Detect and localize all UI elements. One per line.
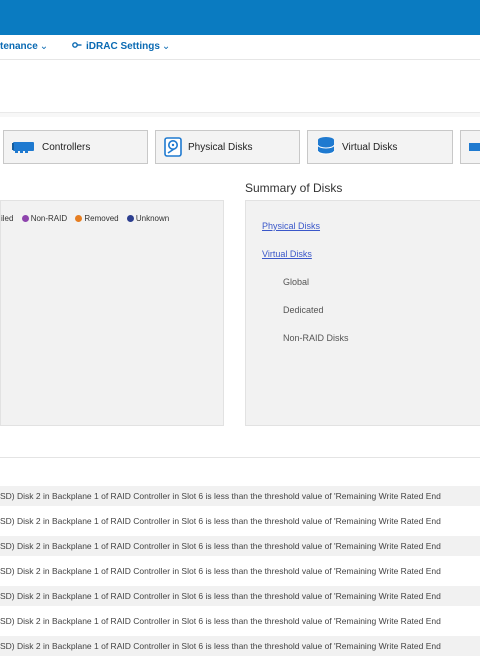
chevron-down-icon: ⌄ [161,41,171,52]
tab-physical-disks[interactable]: Physical Disks [155,130,300,164]
physical-disk-icon [164,137,182,157]
nav-idrac-settings[interactable]: iDRAC Settings ⌄ [72,41,170,52]
tab-virtual-disks[interactable]: Virtual Disks [307,130,453,164]
section-divider [0,113,480,117]
log-row[interactable]: SD) Disk 2 in Backplane 1 of RAID Contro… [0,636,480,656]
controller-icon [12,140,36,154]
log-divider [0,457,480,458]
legend-item-removed: Removed [75,214,119,223]
tab-next[interactable] [460,130,480,164]
tab-physical-disks-label: Physical Disks [188,141,253,153]
log-row[interactable]: SD) Disk 2 in Backplane 1 of RAID Contro… [0,486,480,506]
summary-non-raid: Non-RAID Disks [283,333,349,343]
enclosure-icon [469,142,480,152]
summary-global: Global [283,277,310,287]
top-header-bar [0,0,480,35]
nav-idrac-settings-label: iDRAC Settings [86,41,160,52]
legend-item-non-raid: Non-RAID [21,214,67,223]
tab-virtual-disks-label: Virtual Disks [342,141,398,153]
legend-item-unknown: Unknown [126,214,169,223]
status-legend: iled Non-RAID Removed Unknown [1,214,175,223]
virtual-disks-link[interactable]: Virtual Disks [262,249,312,259]
summary-panel: Physical Disks Virtual Disks Global Dedi… [245,200,480,426]
log-row[interactable]: SD) Disk 2 in Backplane 1 of RAID Contro… [0,511,480,531]
nav-maintenance-label: tenance [0,41,38,52]
physical-disks-link[interactable]: Physical Disks [262,221,320,231]
key-icon [72,41,82,51]
summary-title: Summary of Disks [245,181,343,195]
log-row[interactable]: SD) Disk 2 in Backplane 1 of RAID Contro… [0,536,480,556]
chevron-down-icon: ⌄ [39,41,49,52]
log-row[interactable]: SD) Disk 2 in Backplane 1 of RAID Contro… [0,561,480,581]
main-nav: tenance ⌄ iDRAC Settings ⌄ [0,35,480,60]
log-row[interactable]: SD) Disk 2 in Backplane 1 of RAID Contro… [0,611,480,631]
tab-controllers[interactable]: Controllers [3,130,148,164]
legend-item-failed: iled [1,214,14,223]
page-header-area [0,60,480,113]
summary-dedicated: Dedicated [283,305,324,315]
virtual-disk-icon [316,136,336,158]
log-row[interactable]: SD) Disk 2 in Backplane 1 of RAID Contro… [0,586,480,606]
tab-controllers-label: Controllers [42,141,91,153]
nav-maintenance[interactable]: tenance ⌄ [0,41,48,52]
disk-status-panel: iled Non-RAID Removed Unknown [0,200,224,426]
